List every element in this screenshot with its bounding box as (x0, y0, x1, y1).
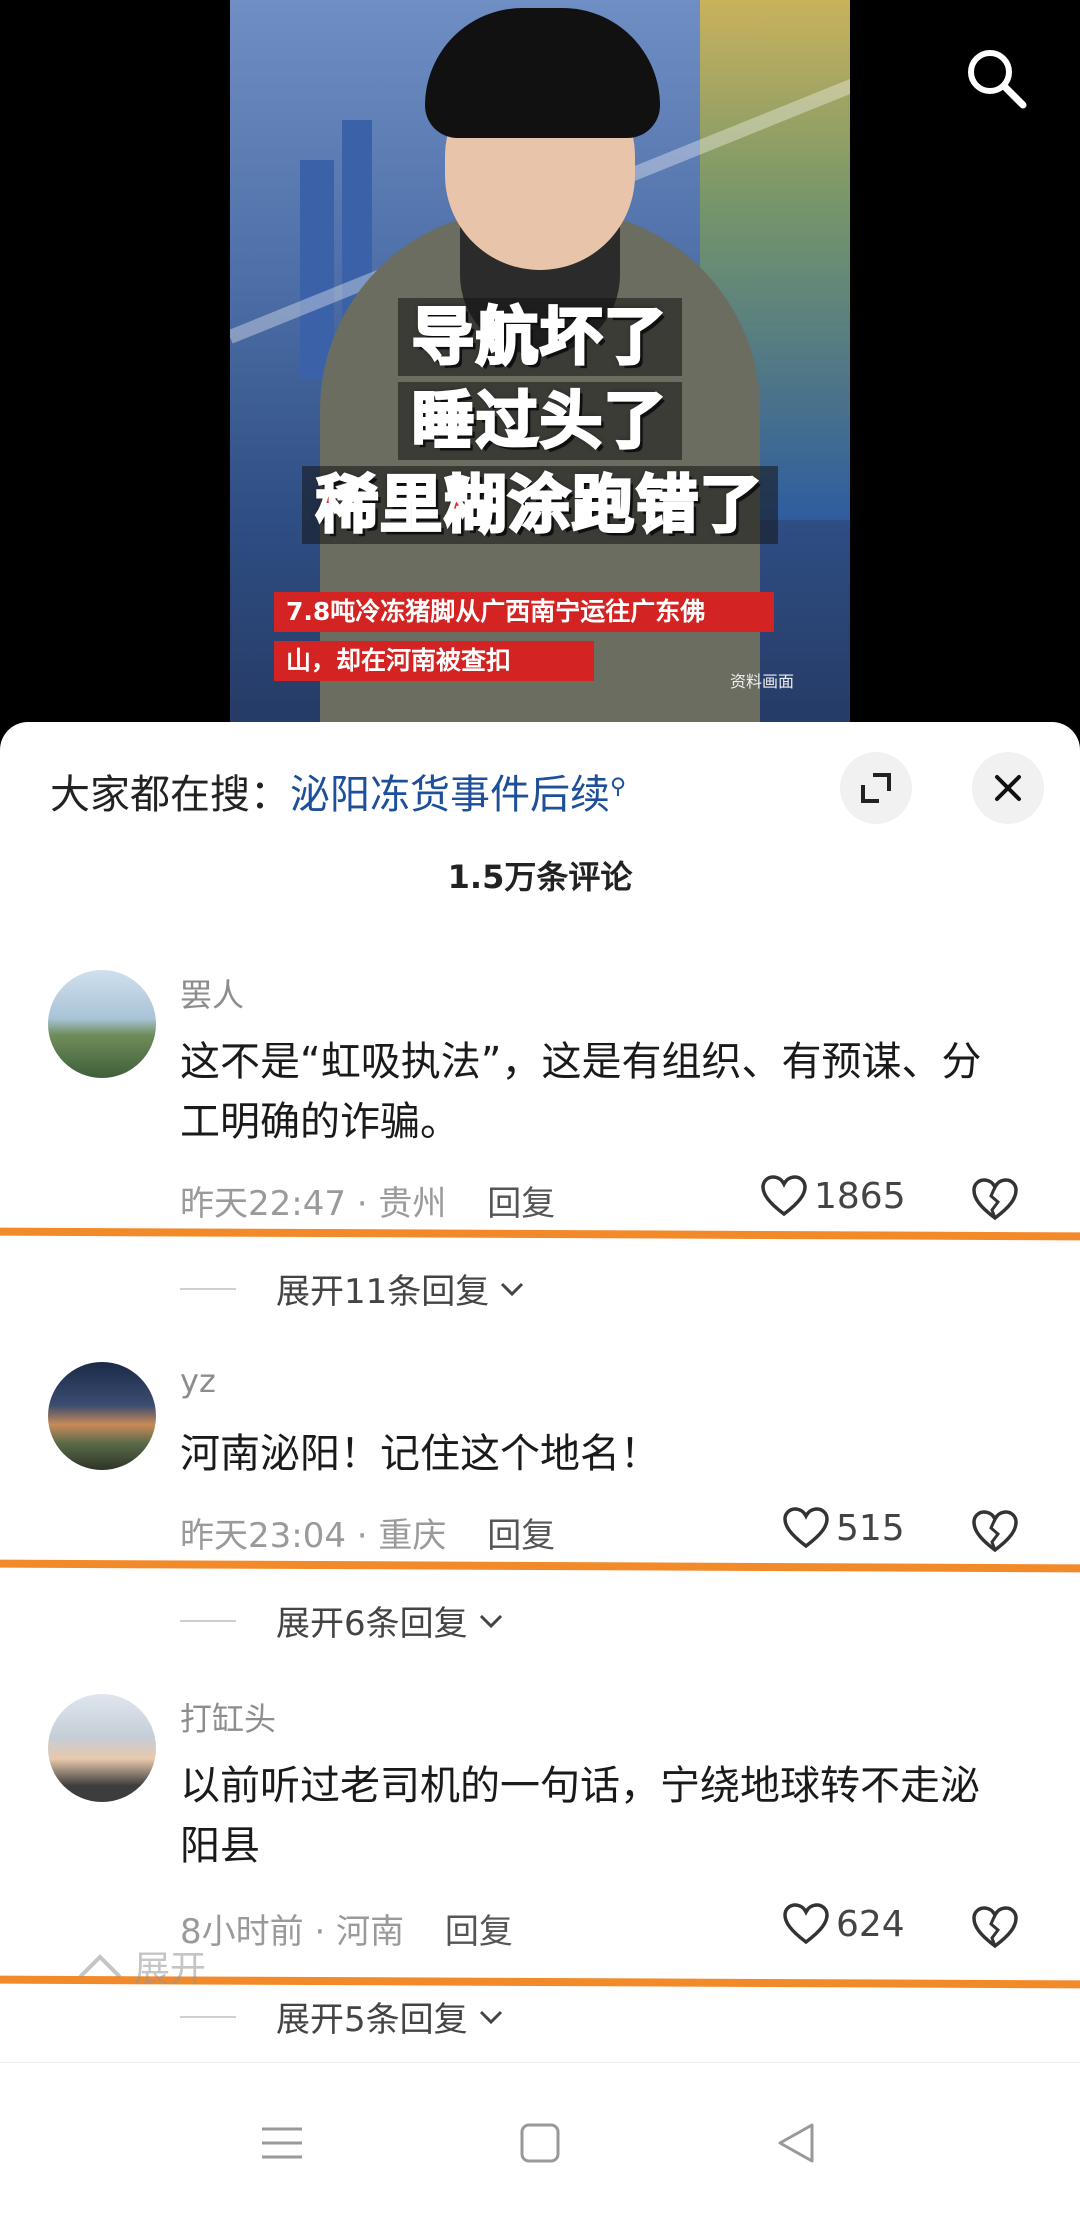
comment-text: 这不是“虹吸执法”，这是有组织、有预谋、分工明确的诈骗。 (180, 1039, 982, 1145)
meta-separator: · (356, 1184, 368, 1224)
video-frame: 导航坏了 睡过头了 稀里糊涂跑错了 7.8吨冷冻猪脚从广西南宁运往广东佛 山，却… (230, 0, 850, 722)
overlay-line: 导航坏了 (397, 298, 682, 376)
chevron-up-icon (78, 1954, 122, 1979)
like-button[interactable]: 624 (782, 1902, 905, 1946)
search-suggestion-prefix: 大家都在搜： (50, 772, 290, 818)
avatar[interactable] (48, 970, 156, 1078)
menu-icon (262, 2127, 302, 2159)
expand-replies-label: 展开5条回复 (276, 2000, 468, 2040)
like-count: 624 (836, 1903, 905, 1945)
news-caption: 7.8吨冷冻猪脚从广西南宁运往广东佛 (274, 592, 774, 632)
heart-icon (761, 1175, 807, 1217)
overlay-line: 睡过头了 (397, 382, 682, 460)
comment-sheet: 大家都在搜：泌阳冻货事件后续⚲ 1.5万条评论 罢人 这不是“虹吸执法”，这是有… (0, 722, 1080, 2219)
meta-separator: · (356, 1516, 368, 1556)
sheet-header: 大家都在搜：泌阳冻货事件后续⚲ (0, 722, 1080, 842)
comment-author[interactable]: 打缸头 (180, 1694, 276, 1740)
close-button[interactable] (972, 752, 1044, 824)
highlight-underline (0, 1227, 1080, 1241)
watermark-label: 资料画面 (729, 672, 794, 691)
small-search-icon: ⚲ (610, 774, 627, 800)
like-count: 1865 (814, 1175, 906, 1217)
comment-time: 昨天23:04 (180, 1516, 346, 1556)
expand-replies-button[interactable]: 展开6条回复 (180, 1596, 504, 1645)
meta-separator: · (314, 1912, 326, 1952)
reply-divider (180, 1287, 236, 1290)
chevron-down-icon (479, 1614, 502, 1628)
home-icon (520, 2123, 560, 2163)
search-icon (968, 50, 1027, 109)
fullscreen-button[interactable] (840, 752, 912, 824)
reply-button[interactable]: 回复 (487, 1516, 555, 1556)
expand-replies-label: 展开6条回复 (276, 1604, 468, 1644)
like-button[interactable]: 1865 (760, 1174, 906, 1218)
collapse-label: 展开 (134, 1949, 207, 1990)
heart-icon (783, 1507, 829, 1549)
comment-location: 贵州 (378, 1184, 447, 1224)
news-caption: 山，却在河南被查扣 (274, 641, 594, 681)
chevron-down-icon (501, 1282, 524, 1296)
back-button[interactable] (756, 2103, 836, 2183)
reply-divider (180, 2015, 236, 2018)
expand-replies-button[interactable]: 展开11条回复 (180, 1264, 525, 1313)
like-count: 515 (836, 1507, 905, 1549)
avatar[interactable] (48, 1362, 156, 1470)
menu-button[interactable] (242, 2103, 322, 2183)
comment-meta: 昨天22:47 · 贵州 回复 (180, 1176, 555, 1225)
avatar[interactable] (48, 1694, 156, 1802)
search-suggestion-term[interactable]: 泌阳冻货事件后续 (290, 772, 610, 818)
video-player[interactable]: 导航坏了 睡过头了 稀里糊涂跑错了 7.8吨冷冻猪脚从广西南宁运往广东佛 山，却… (0, 0, 1080, 735)
fullscreen-icon (861, 773, 891, 803)
highlight-underline (0, 1559, 1080, 1573)
collapse-toggle[interactable]: 展开 (76, 1940, 206, 1992)
broken-heart-icon (972, 1510, 1018, 1553)
expand-replies-button[interactable]: 展开5条回复 (180, 1992, 504, 2041)
overlay-line: 稀里糊涂跑错了 (301, 466, 778, 544)
comment-count: 1.5万条评论 (447, 858, 633, 896)
search-button[interactable] (958, 40, 1034, 116)
reply-button[interactable]: 回复 (445, 1912, 513, 1952)
home-button[interactable] (500, 2103, 580, 2183)
video-overlay-titles: 导航坏了 睡过头了 稀里糊涂跑错了 (230, 298, 850, 544)
close-icon (995, 775, 1021, 801)
comment-text: 河南泌阳！记住这个地名！ (180, 1431, 660, 1477)
dislike-button[interactable] (970, 1508, 1026, 1564)
dislike-button[interactable] (970, 1176, 1026, 1232)
comment-text: 以前听过老司机的一句话，宁绕地球转不走泌阳县 (180, 1763, 980, 1869)
comment-time: 昨天22:47 (180, 1184, 346, 1224)
comment-location: 重庆 (378, 1516, 447, 1556)
chevron-down-icon (479, 2010, 502, 2024)
reply-divider (180, 1619, 236, 1622)
reply-button[interactable]: 回复 (487, 1184, 555, 1224)
heart-icon (783, 1903, 829, 1945)
search-suggestion[interactable]: 大家都在搜：泌阳冻货事件后续⚲ (50, 762, 626, 820)
broken-heart-icon (972, 1178, 1018, 1221)
comment-author[interactable]: 罢人 (180, 970, 244, 1016)
comment-meta: 昨天23:04 · 重庆 回复 (180, 1508, 555, 1557)
comment-location: 河南 (336, 1912, 405, 1952)
back-icon (778, 2123, 814, 2163)
like-button[interactable]: 515 (782, 1506, 905, 1550)
screen: 导航坏了 睡过头了 稀里糊涂跑错了 7.8吨冷冻猪脚从广西南宁运往广东佛 山，却… (0, 0, 1080, 2219)
news-anchor-hair (425, 8, 660, 138)
comment-meta: 8小时前 · 河南 回复 (180, 1904, 513, 1953)
comment-author[interactable]: yz (180, 1362, 216, 1400)
system-nav-bar (0, 2062, 1080, 2219)
broken-heart-icon (972, 1906, 1018, 1949)
dislike-button[interactable] (970, 1904, 1026, 1960)
expand-replies-label: 展开11条回复 (276, 1272, 490, 1312)
